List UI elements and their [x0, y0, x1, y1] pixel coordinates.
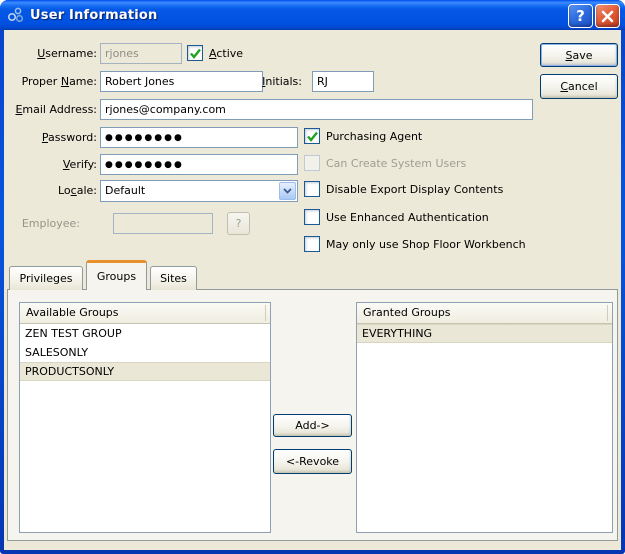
users-group-icon [7, 7, 24, 23]
check-icon [189, 48, 201, 59]
save-label: Save [565, 48, 593, 62]
purchasing-agent-checkbox[interactable]: Purchasing Agent [304, 128, 422, 144]
close-icon [601, 10, 614, 22]
dialog-body: Username: Active Proper Name: Initials: … [4, 30, 621, 550]
email-input[interactable] [100, 99, 533, 120]
enhanced-auth-checkbox[interactable]: Use Enhanced Authentication [304, 209, 489, 225]
disable-export-label: Disable Export Display Contents [326, 183, 504, 196]
can-create-users-checkbox: Can Create System Users [304, 155, 466, 171]
tab-privileges[interactable]: Privileges [9, 266, 83, 290]
active-checkbox[interactable]: Active [187, 45, 243, 61]
titlebar[interactable]: User Information ? [0, 0, 625, 30]
list-item[interactable]: PRODUCTSONLY [20, 362, 270, 381]
locale-label: Locale: [57, 184, 97, 197]
username-label: Username: [37, 47, 97, 60]
password-input[interactable] [100, 127, 298, 148]
granted-groups-header[interactable]: Granted Groups [357, 303, 612, 324]
cancel-label: Cancel [560, 80, 598, 93]
active-label: Active [209, 47, 244, 60]
add-button-label: Add-> [295, 419, 330, 432]
list-item[interactable]: ZEN TEST GROUP [20, 324, 270, 343]
available-groups-header[interactable]: Available Groups [20, 303, 270, 324]
email-label: Email Address: [15, 103, 97, 116]
shop-floor-label: May only use Shop Floor Workbench [326, 238, 526, 251]
verify-label: Verify: [62, 158, 97, 171]
checkbox-box [304, 236, 320, 252]
proper-name-label: Proper Name: [21, 75, 97, 88]
can-create-users-label: Can Create System Users [326, 157, 467, 170]
employee-lookup-button: ? [227, 212, 250, 235]
employee-lookup-label: ? [235, 217, 242, 230]
help-icon: ? [576, 7, 585, 25]
password-label: Password: [41, 131, 97, 144]
tab-sites[interactable]: Sites [150, 266, 197, 290]
employee-label: Employee: [21, 217, 80, 230]
add-button[interactable]: Add-> [273, 414, 352, 437]
granted-groups-rows: EVERYTHING [357, 324, 612, 343]
close-button[interactable] [595, 4, 620, 28]
save-button[interactable]: Save [540, 43, 618, 67]
checkbox-box [304, 128, 320, 144]
initials-input[interactable] [312, 71, 374, 92]
window-title: User Information [30, 7, 158, 23]
revoke-button-label: <-Revoke [285, 455, 340, 468]
shop-floor-checkbox[interactable]: May only use Shop Floor Workbench [304, 236, 526, 252]
locale-select[interactable]: Default [100, 180, 298, 202]
checkbox-box [304, 209, 320, 225]
list-item[interactable]: SALESONLY [20, 343, 270, 362]
checkbox-box [187, 45, 203, 61]
user-information-window: User Information ? Username: Active [0, 0, 625, 554]
locale-value: Default [105, 184, 146, 197]
checkbox-box [304, 181, 320, 197]
chevron-down-icon[interactable] [279, 182, 296, 200]
tab-sites-label: Sites [160, 272, 187, 285]
available-groups-list[interactable]: Available Groups ZEN TEST GROUP SALESONLY… [19, 302, 271, 533]
disable-export-checkbox[interactable]: Disable Export Display Contents [304, 181, 503, 197]
proper-name-input[interactable] [100, 71, 263, 92]
cancel-button[interactable]: Cancel [540, 74, 618, 99]
enhanced-auth-label: Use Enhanced Authentication [326, 211, 489, 224]
checkbox-box [304, 155, 320, 171]
tab-privileges-label: Privileges [19, 272, 73, 285]
purchasing-agent-label: Purchasing Agent [326, 130, 423, 143]
username-input[interactable] [100, 43, 182, 64]
list-item[interactable]: EVERYTHING [357, 324, 612, 343]
groups-tab-panel: Available Groups ZEN TEST GROUP SALESONLY… [7, 289, 618, 541]
help-button[interactable]: ? [568, 4, 593, 28]
employee-input [113, 213, 213, 234]
revoke-button[interactable]: <-Revoke [273, 449, 352, 474]
granted-groups-list[interactable]: Granted Groups EVERYTHING [356, 302, 613, 533]
available-groups-rows: ZEN TEST GROUP SALESONLY PRODUCTSONLY [20, 324, 270, 381]
verify-input[interactable] [100, 154, 298, 175]
tab-groups[interactable]: Groups [86, 260, 147, 290]
tab-groups-label: Groups [96, 270, 137, 283]
initials-label: Initials: [262, 75, 302, 88]
check-icon [306, 131, 318, 142]
